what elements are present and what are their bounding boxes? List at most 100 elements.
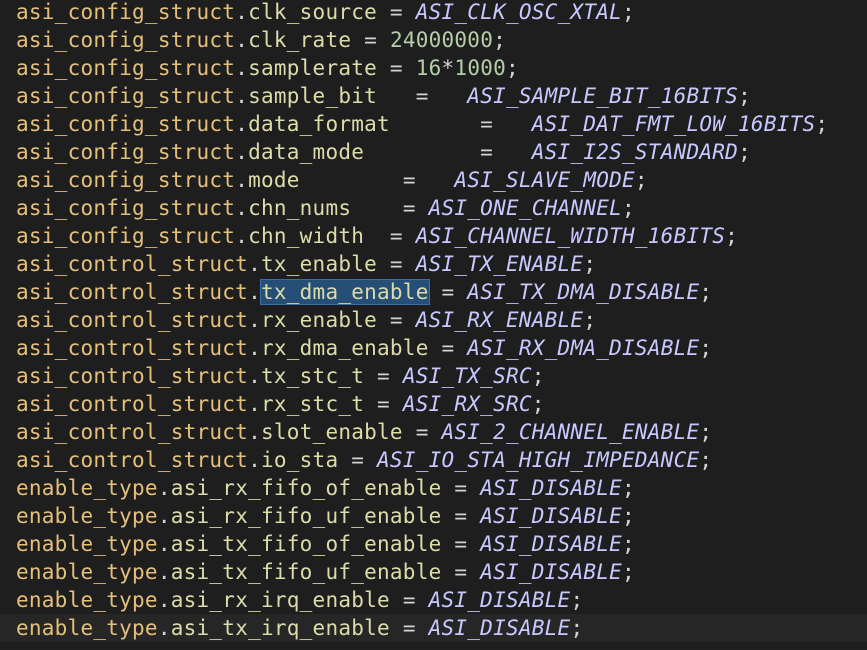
code-operator-token: = <box>351 196 429 220</box>
code-member-token: rx_enable <box>260 308 378 332</box>
code-line[interactable]: asi_control_struct.tx_dma_enable = ASI_T… <box>0 278 867 306</box>
code-operator-token: = <box>441 560 481 584</box>
code-line[interactable]: asi_control_struct.slot_enable = ASI_2_C… <box>0 418 867 446</box>
code-punctuation-token: . <box>248 252 261 276</box>
code-object-token: asi_config_struct <box>16 224 236 248</box>
code-punctuation-token: ; <box>570 616 584 640</box>
code-object-token: enable_type <box>16 532 158 556</box>
code-line[interactable]: asi_config_struct.data_format = ASI_DAT_… <box>0 110 867 138</box>
code-line[interactable]: asi_control_struct.tx_stc_t = ASI_TX_SRC… <box>0 362 867 390</box>
code-line[interactable]: asi_control_struct.rx_stc_t = ASI_RX_SRC… <box>0 390 867 418</box>
code-line[interactable]: enable_type.asi_tx_fifo_uf_enable = ASI_… <box>0 558 867 586</box>
code-punctuation-token: . <box>248 420 261 444</box>
code-line[interactable]: enable_type.asi_rx_fifo_uf_enable = ASI_… <box>0 502 867 530</box>
code-punctuation-token: ; <box>725 224 739 248</box>
code-punctuation-token: ; <box>634 168 648 192</box>
code-member-token: rx_stc_t <box>260 392 365 416</box>
code-constant-token: ASI_TX_SRC <box>402 364 532 388</box>
code-operator-token: = <box>428 336 468 360</box>
code-object-token: asi_control_struct <box>16 392 249 416</box>
code-line[interactable]: asi_config_struct.clk_rate = 24000000; <box>0 26 867 54</box>
code-object-token: asi_control_struct <box>16 448 249 472</box>
code-constant-token: ASI_DISABLE <box>480 504 623 528</box>
code-constant-token: ASI_DAT_FMT_LOW_16BITS <box>531 112 816 136</box>
code-operator-token: = <box>299 168 455 192</box>
code-constant-token: ASI_DISABLE <box>428 616 571 640</box>
code-line[interactable]: asi_config_struct.chn_width = ASI_CHANNE… <box>0 222 867 250</box>
code-constant-token: ASI_RX_ENABLE <box>415 308 584 332</box>
code-object-token: enable_type <box>16 476 158 500</box>
code-operator-token: = <box>351 28 390 52</box>
code-operator-token: = <box>389 616 429 640</box>
code-member-token: asi_tx_fifo_of_enable <box>170 532 442 556</box>
code-punctuation-token: ; <box>622 0 635 24</box>
code-constant-token: ASI_2_CHANNEL_ENABLE <box>441 420 700 444</box>
code-member-token: data_format <box>248 112 390 136</box>
code-constant-token: ASI_RX_SRC <box>402 392 532 416</box>
code-punctuation-token: ; <box>622 532 635 556</box>
code-line[interactable]: asi_control_struct.io_sta = ASI_IO_STA_H… <box>0 446 867 474</box>
code-constant-token: ASI_SAMPLE_BIT_16BITS <box>467 84 739 108</box>
code-operator-token: = <box>377 56 416 80</box>
code-line[interactable]: asi_config_struct.sample_bit = ASI_SAMPL… <box>0 82 867 110</box>
code-line[interactable]: asi_config_struct.mode = ASI_SLAVE_MODE; <box>0 166 867 194</box>
code-operator-token: = <box>389 588 429 612</box>
code-line[interactable]: enable_type.asi_rx_irq_enable = ASI_DISA… <box>0 586 867 614</box>
code-line[interactable]: asi_config_struct.samplerate = 16*1000; <box>0 54 867 82</box>
code-number-token: 16 <box>415 56 442 80</box>
code-constant-token: ASI_I2S_STANDARD <box>531 140 739 164</box>
code-punctuation-token: ; <box>699 420 713 444</box>
code-operator-token: = <box>364 364 403 388</box>
code-member-token: sample_bit <box>248 84 378 108</box>
code-punctuation-token: . <box>235 112 249 136</box>
code-punctuation-token: . <box>248 280 261 304</box>
code-punctuation-token: ; <box>531 392 545 416</box>
code-operator-token: = <box>377 252 416 276</box>
code-constant-token: ASI_DISABLE <box>480 476 623 500</box>
code-punctuation-token: ; <box>622 560 635 584</box>
code-punctuation-token: ; <box>583 252 597 276</box>
code-object-token: enable_type <box>16 504 158 528</box>
code-line[interactable]: enable_type.asi_rx_fifo_of_enable = ASI_… <box>0 474 867 502</box>
code-punctuation-token: . <box>248 308 261 332</box>
code-object-token: asi_control_struct <box>16 308 249 332</box>
code-member-token: chn_width <box>248 224 365 248</box>
code-constant-token: ASI_DISABLE <box>480 560 623 584</box>
code-line[interactable]: enable_type.asi_tx_fifo_of_enable = ASI_… <box>0 530 867 558</box>
code-editor[interactable]: asi_config_struct.clk_source = ASI_CLK_O… <box>0 0 867 650</box>
code-punctuation-token: ; <box>493 28 506 52</box>
code-line[interactable]: asi_config_struct.chn_nums = ASI_ONE_CHA… <box>0 194 867 222</box>
code-object-token: enable_type <box>16 616 158 640</box>
code-punctuation-token: . <box>157 616 171 640</box>
code-line[interactable]: asi_config_struct.clk_source = ASI_CLK_O… <box>0 0 867 26</box>
code-line[interactable]: asi_control_struct.rx_enable = ASI_RX_EN… <box>0 306 867 334</box>
code-object-token: asi_config_struct <box>16 0 236 24</box>
code-member-token: chn_nums <box>248 196 352 220</box>
code-member-token: mode <box>248 168 300 192</box>
code-member-token: tx_enable <box>260 252 378 276</box>
code-line[interactable]: asi_control_struct.rx_dma_enable = ASI_R… <box>0 334 867 362</box>
code-line[interactable]: asi_control_struct.tx_enable = ASI_TX_EN… <box>0 250 867 278</box>
code-operator-token: = <box>364 140 532 164</box>
code-object-token: enable_type <box>16 588 158 612</box>
code-line-current[interactable]: enable_type.asi_tx_irq_enable = ASI_DISA… <box>0 614 867 642</box>
code-object-token: asi_control_struct <box>16 336 249 360</box>
code-line[interactable]: asi_config_struct.data_mode = ASI_I2S_ST… <box>0 138 867 166</box>
code-constant-token: ASI_RX_DMA_DISABLE <box>467 336 700 360</box>
code-constant-token: ASI_DISABLE <box>480 532 623 556</box>
code-punctuation-token: . <box>235 196 249 220</box>
code-member-token: asi_rx_fifo_of_enable <box>170 476 442 500</box>
code-object-token: enable_type <box>16 560 158 584</box>
code-member-token: slot_enable <box>260 420 403 444</box>
code-punctuation-token: ; <box>506 56 519 80</box>
code-punctuation-token: ; <box>699 336 713 360</box>
code-punctuation-token: . <box>157 560 171 584</box>
code-operator-token: = <box>364 392 403 416</box>
code-operator-token: = <box>428 280 468 304</box>
code-constant-token: ASI_CHANNEL_WIDTH_16BITS <box>415 224 726 248</box>
code-number-token: 24000000 <box>389 28 494 52</box>
code-punctuation-token: . <box>235 140 249 164</box>
code-operator-token: * <box>441 56 455 80</box>
code-constant-token: ASI_TX_DMA_DISABLE <box>467 280 700 304</box>
code-object-token: asi_config_struct <box>16 196 236 220</box>
